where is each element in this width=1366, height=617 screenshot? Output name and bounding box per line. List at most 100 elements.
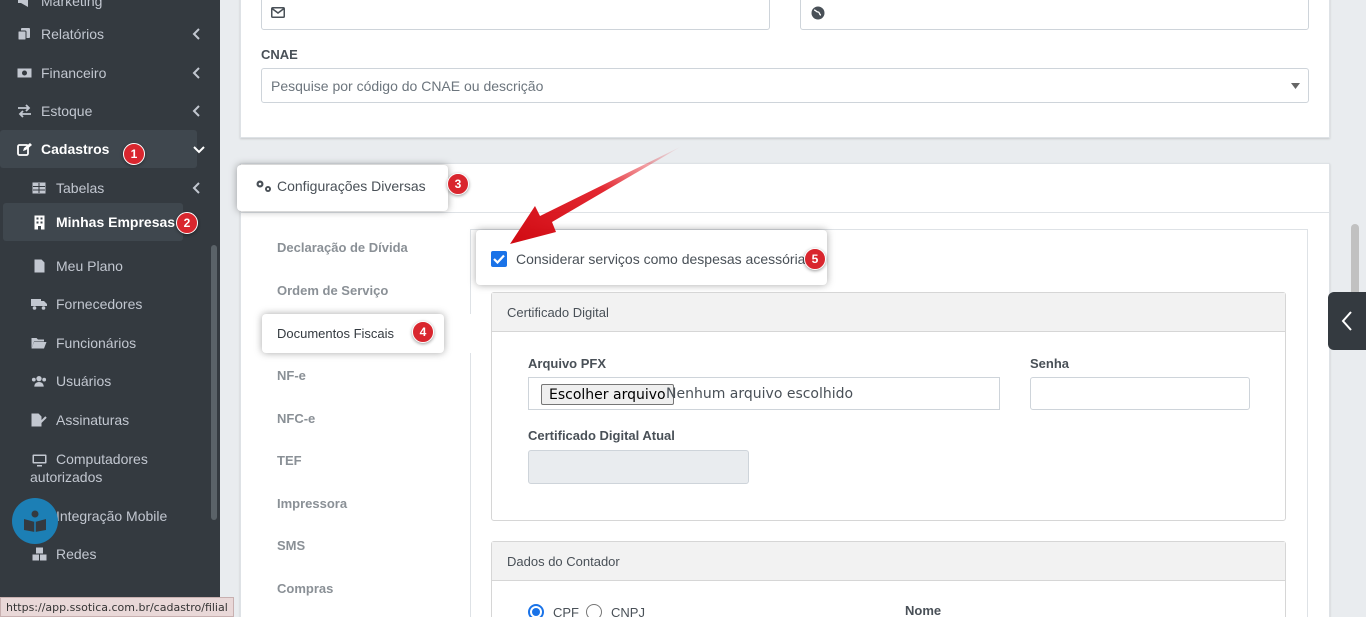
step-badge-3: 3 — [447, 173, 469, 195]
table-icon — [31, 180, 47, 196]
sidebar-item-label: Financeiro — [41, 65, 107, 81]
cnae-select[interactable]: Pesquise por código do CNAE ou descrição — [261, 68, 1309, 103]
contador-panel-header: Dados do Contador — [492, 542, 1285, 581]
sidebar-item-estoque[interactable]: Estoque — [0, 92, 220, 130]
cubes-icon — [31, 546, 47, 562]
sidebar-item-label: Computadores — [56, 451, 148, 467]
sidebar-item-minhas-empresas[interactable]: Minhas Empresas — [3, 203, 183, 241]
arquivo-pfx-label: Arquivo PFX — [528, 356, 607, 371]
tab-nfc-e[interactable]: NFC-e — [277, 411, 315, 426]
chevron-left-icon — [192, 105, 200, 117]
radio-cnpj[interactable] — [586, 604, 602, 617]
certificado-panel-header: Certificado Digital — [492, 293, 1285, 332]
file-status-text: Nenhum arquivo escolhido — [666, 386, 854, 402]
config-title-highlight: Configurações Diversas — [237, 165, 448, 211]
sidebar-item-label: Usuários — [56, 373, 112, 389]
sidebar-item-fornecedores[interactable]: Fornecedores — [0, 285, 220, 323]
edit-icon — [16, 141, 32, 157]
tab-tef[interactable]: TEF — [277, 453, 302, 468]
step-badge-5: 5 — [804, 248, 826, 270]
copy-icon — [16, 26, 32, 42]
sidebar-item-label: Tabelas — [56, 180, 105, 196]
senha-label: Senha — [1030, 356, 1070, 371]
sidebar-item-label: Meu Plano — [56, 258, 123, 274]
sidebar-item-label: Redes — [56, 546, 97, 562]
cogs-icon — [256, 180, 271, 192]
sidebar-item-meu-plano[interactable]: Meu Plano — [0, 247, 220, 285]
website-input[interactable] — [800, 0, 1309, 30]
folder-open-icon — [31, 335, 47, 351]
sidebar-item-financeiro[interactable]: Financeiro — [0, 54, 220, 92]
chevron-left-icon — [1341, 311, 1352, 331]
sidebar-item-label: Funcionários — [56, 335, 137, 351]
sidebar-item-label: Minhas Empresas — [56, 214, 176, 230]
certificado-atual-input — [528, 450, 749, 484]
chevron-down-icon — [193, 146, 205, 154]
tabs-border-bottom — [470, 353, 471, 617]
sidebar-item-assinaturas[interactable]: Assinaturas — [0, 401, 220, 439]
radio-cpf-dot — [532, 608, 540, 616]
tab-ordem-de-servico[interactable]: Ordem de Serviço — [277, 283, 388, 298]
choose-file-button[interactable]: Escolher arquivo — [541, 384, 674, 405]
bullhorn-icon — [16, 0, 32, 9]
help-chat-button[interactable] — [12, 498, 58, 544]
chevron-left-icon — [192, 67, 200, 79]
chevron-left-icon — [192, 28, 200, 40]
arquivo-pfx-input[interactable]: Escolher arquivo Nenhum arquivo escolhid… — [528, 377, 1000, 410]
sidebar-item-funcionarios[interactable]: Funcionários — [0, 324, 220, 362]
radio-cpf-label[interactable]: CPF — [553, 605, 579, 617]
tab-content-border-right — [1307, 229, 1308, 617]
senha-input[interactable] — [1030, 377, 1250, 410]
sidebar-item-label: Estoque — [41, 103, 93, 119]
email-input[interactable] — [261, 0, 770, 30]
users-icon — [31, 373, 47, 389]
file-icon — [31, 258, 47, 274]
tabs-border-top — [470, 229, 471, 314]
chevron-left-icon — [192, 182, 200, 194]
radio-cpf[interactable] — [528, 604, 544, 617]
money-icon — [16, 65, 32, 81]
caret-down-icon — [1291, 83, 1300, 89]
book-reader-icon — [24, 510, 46, 532]
desktop-icon — [31, 452, 47, 468]
tab-declaracao-de-divida[interactable]: Declaração de Dívida — [277, 240, 408, 255]
sidebar-item-relatorios[interactable]: Relatórios — [0, 15, 220, 53]
right-panel-toggle[interactable] — [1328, 292, 1366, 350]
sidebar-item-label: Fornecedores — [56, 296, 143, 312]
step-badge-4: 4 — [412, 321, 434, 343]
sidebar-item-tabelas[interactable]: Tabelas — [0, 169, 220, 207]
cnae-label: CNAE — [261, 47, 298, 62]
config-card-divider — [241, 212, 1329, 213]
tab-nf-e[interactable]: NF-e — [277, 368, 306, 383]
truck-icon — [31, 296, 47, 312]
tab-compras[interactable]: Compras — [277, 581, 333, 596]
sidebar-item-computadores-autorizados[interactable]: Computadores autorizados — [0, 449, 220, 487]
exchange-icon — [16, 103, 32, 119]
tab-documentos-fiscais[interactable]: Documentos Fiscais — [277, 326, 394, 341]
sidebar-item-label: Assinaturas — [56, 412, 130, 428]
sidebar-item-label: Marketing — [41, 0, 103, 9]
config-title: Configurações Diversas — [277, 178, 426, 194]
envelope-icon — [271, 7, 285, 18]
sidebar-item-label: Integração Mobile — [56, 508, 168, 524]
red-arrow-annotation — [510, 146, 682, 244]
status-bar-url: https://app.ssotica.com.br/cadastro/fili… — [0, 597, 234, 617]
radio-cnpj-label[interactable]: CNPJ — [611, 605, 645, 617]
sidebar-item-label-continued: autorizados — [30, 469, 103, 485]
tab-impressora[interactable]: Impressora — [277, 496, 347, 511]
sidebar-item-usuarios[interactable]: Usuários — [0, 362, 220, 400]
step-badge-2: 2 — [176, 212, 198, 234]
step-badge-1: 1 — [123, 143, 145, 165]
cnae-placeholder: Pesquise por código do CNAE ou descrição — [271, 78, 544, 94]
certificado-atual-label: Certificado Digital Atual — [528, 428, 675, 443]
sidebar: Marketing Relatórios Financeiro Estoque … — [0, 0, 220, 617]
sidebar-item-label: Cadastros — [41, 141, 110, 157]
sidebar-scrollbar[interactable] — [211, 245, 217, 520]
building-icon — [31, 214, 47, 230]
nome-label: Nome — [905, 603, 942, 617]
tab-sms[interactable]: SMS — [277, 538, 305, 553]
globe-icon — [811, 6, 825, 20]
sidebar-item-cadastros[interactable]: Cadastros — [0, 130, 205, 168]
file-signature-icon — [31, 412, 47, 428]
sidebar-item-label: Relatórios — [41, 26, 105, 42]
